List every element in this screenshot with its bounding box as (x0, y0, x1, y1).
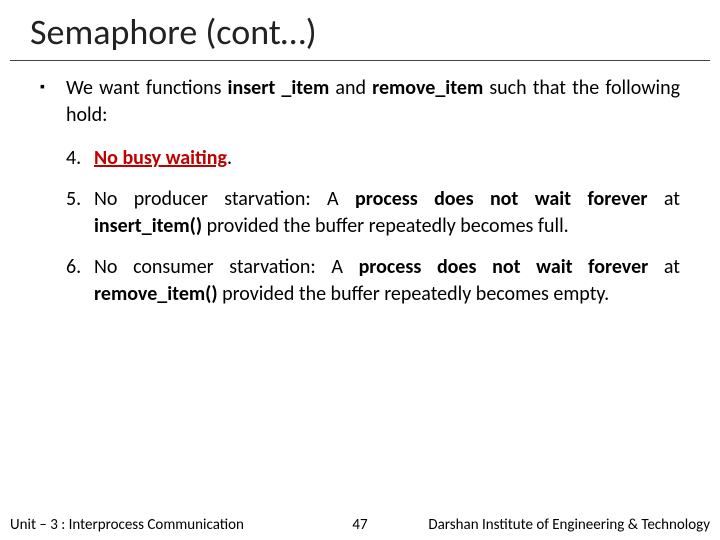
item-bold2: remove_item() (94, 282, 218, 306)
intro-func1: insert _item (228, 76, 330, 100)
item-mid: at (648, 255, 680, 279)
intro-func2: remove_item (372, 76, 483, 100)
footer-institute: Darshan Institute of Engineering & Techn… (380, 516, 720, 534)
intro-pre: We want functions (66, 76, 228, 100)
item-post: provided the buffer repeatedly becomes e… (218, 282, 610, 306)
bullet-icon: ▪ (40, 75, 66, 129)
slide: Semaphore (cont…) ▪ We want functions in… (0, 0, 720, 540)
item-text: No producer starvation: A process does n… (94, 186, 680, 240)
item-number: 5. (66, 186, 94, 240)
item-post: . (227, 146, 232, 170)
intro-bullet: ▪ We want functions insert _item and rem… (40, 75, 680, 129)
item-bold2: insert_item() (94, 214, 202, 238)
footer: Unit – 3 : Interprocess Communication 47… (0, 516, 720, 534)
footer-page-number: 47 (340, 516, 380, 534)
item-bold: No busy waiting (94, 146, 227, 170)
slide-content: ▪ We want functions insert _item and rem… (0, 61, 720, 308)
slide-title: Semaphore (cont…) (10, 0, 710, 61)
item-bold: process does not wait forever (355, 187, 648, 211)
item-number: 6. (66, 254, 94, 308)
list-item: 6. No consumer starvation: A process doe… (66, 254, 680, 308)
list-item: 5. No producer starvation: A process doe… (66, 186, 680, 240)
item-text: No busy waiting. (94, 145, 680, 172)
intro-text: We want functions insert _item and remov… (66, 75, 680, 129)
item-mid: at (648, 187, 680, 211)
item-post: provided the buffer repeatedly becomes f… (202, 214, 569, 238)
footer-unit: Unit – 3 : Interprocess Communication (0, 516, 340, 534)
item-text: No consumer starvation: A process does n… (94, 254, 680, 308)
item-pre: No consumer starvation: A (94, 255, 359, 279)
item-number: 4. (66, 145, 94, 172)
item-pre: No producer starvation: A (94, 187, 355, 211)
item-bold: process does not wait forever (359, 255, 649, 279)
intro-mid: and (329, 76, 372, 100)
list-item: 4. No busy waiting. (66, 145, 680, 172)
